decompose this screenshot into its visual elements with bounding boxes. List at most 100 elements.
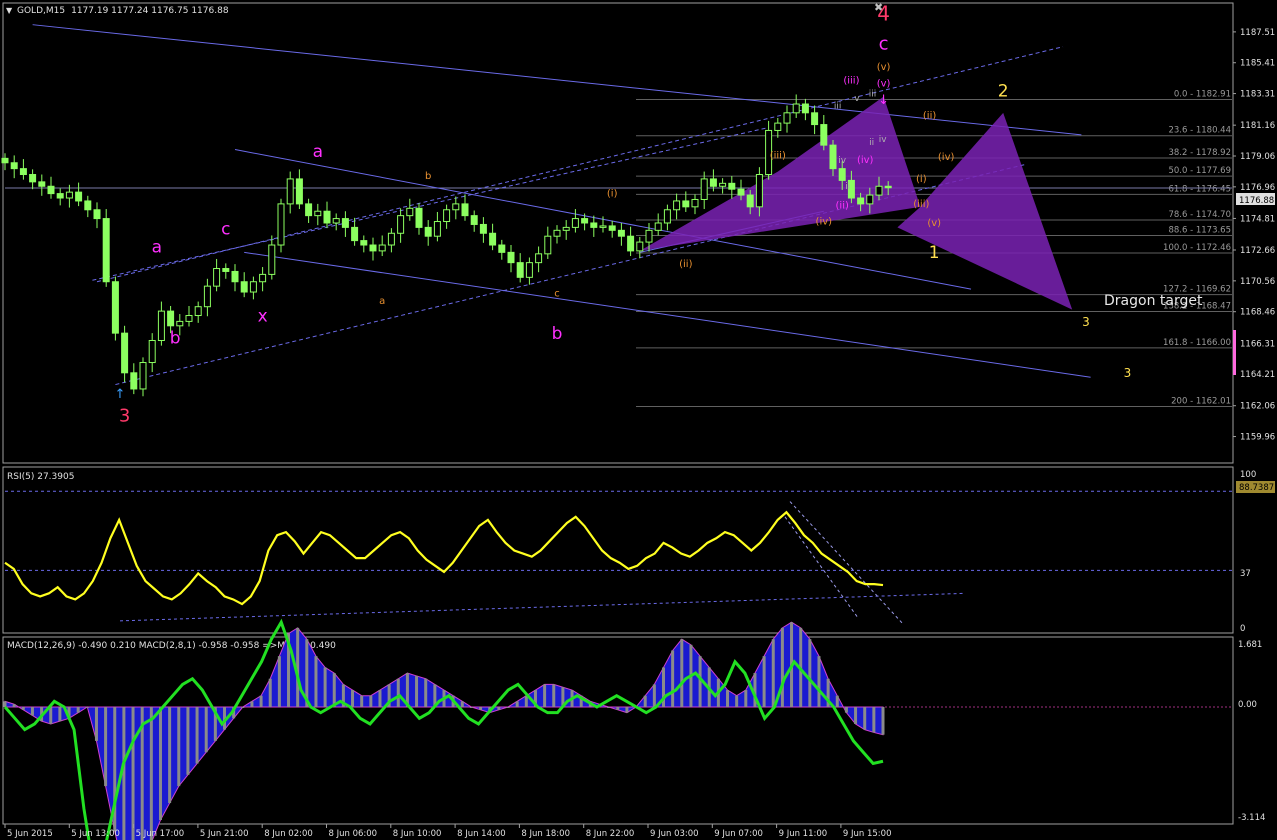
- macd-histogram-bar: [415, 675, 419, 707]
- candle-body: [811, 112, 819, 126]
- candle-body: [369, 244, 377, 252]
- time-tick-label: 9 Jun 11:00: [779, 829, 828, 839]
- candle-body: [691, 198, 699, 208]
- macd-histogram-bar: [85, 707, 89, 708]
- time-tick-label: 5 Jun 13:00: [71, 829, 120, 839]
- time-tick-label: 5 Jun 21:00: [200, 829, 249, 839]
- macd-histogram-bar: [378, 690, 382, 707]
- wave-label: (v): [927, 218, 941, 229]
- time-tick-label: 5 Jun 17:00: [136, 829, 185, 839]
- wave-label: (v): [877, 78, 891, 89]
- candle-body: [157, 310, 165, 341]
- time-tick-label: 9 Jun 15:00: [843, 829, 892, 839]
- candle-body: [286, 178, 294, 205]
- candle-body: [489, 232, 497, 246]
- candle-body: [599, 225, 607, 228]
- candle-body: [746, 194, 754, 208]
- wave-label: (iii): [770, 150, 786, 161]
- time-tick-label: 8 Jun 14:00: [457, 829, 506, 839]
- candle-body: [783, 112, 791, 124]
- candle-body: [360, 240, 368, 246]
- candle-body: [636, 241, 644, 252]
- wave-label: (iv): [938, 152, 955, 163]
- candle-body: [259, 273, 267, 283]
- candle-body: [884, 185, 892, 189]
- symbol-name: GOLD,M15: [17, 6, 65, 16]
- candle-body: [801, 103, 809, 114]
- macd-histogram-bar: [607, 707, 611, 708]
- macd-histogram-bar: [94, 707, 98, 741]
- price-tick-label: 1159.96: [1240, 433, 1275, 443]
- macd-histogram-bar: [21, 707, 25, 710]
- price-tick-label: 1164.21: [1240, 370, 1275, 380]
- macd-histogram-bar: [424, 678, 428, 707]
- candle-body: [93, 209, 101, 220]
- candle-body: [654, 222, 662, 231]
- candle-body: [700, 178, 708, 200]
- candle-body: [562, 226, 570, 231]
- candle-body: [581, 218, 589, 224]
- macd-histogram-bar: [643, 695, 647, 707]
- macd-histogram-bar: [881, 707, 885, 735]
- time-tick-label: 8 Jun 02:00: [264, 829, 313, 839]
- candle-body: [792, 103, 800, 114]
- candle-body: [185, 315, 193, 322]
- macd-histogram-bar: [177, 707, 181, 787]
- fib-level-label: 0.0 - 1182.91: [1174, 89, 1231, 99]
- macd-histogram-bar: [332, 673, 336, 707]
- price-tick-label: 1166.31: [1240, 339, 1275, 349]
- wave-label: ii: [869, 138, 874, 148]
- macd-histogram-bar: [360, 695, 364, 707]
- candle-body: [38, 181, 46, 187]
- candle-body: [682, 200, 690, 208]
- rsi-tick-0: 0: [1240, 624, 1245, 634]
- candle-body: [461, 203, 469, 217]
- candle-body: [1, 157, 9, 164]
- candle-body: [608, 225, 616, 231]
- candle-body: [829, 144, 837, 170]
- candle-body: [866, 194, 874, 205]
- wave-label: (iii): [843, 75, 859, 86]
- macd-histogram-bar: [469, 707, 473, 708]
- candle-body: [516, 262, 524, 278]
- macd-histogram-bar: [277, 656, 281, 707]
- price-tick-label: 1181.16: [1240, 121, 1275, 131]
- candle-body: [277, 203, 285, 246]
- macd-histogram-bar: [497, 707, 501, 710]
- trading-chart[interactable]: ▼ GOLD,M15 1177.19 1177.24 1176.75 1176.8…: [0, 0, 1277, 840]
- rsi-level-label: 88.7387: [1239, 483, 1274, 493]
- macd-histogram-bar: [49, 707, 53, 724]
- macd-histogram-bar: [204, 707, 208, 753]
- macd-histogram-bar: [854, 707, 858, 724]
- candle-body: [728, 182, 736, 190]
- time-tick-label: 8 Jun 22:00: [586, 829, 635, 839]
- candle-body: [838, 168, 846, 181]
- fib-level-label: 50.0 - 1177.69: [1168, 166, 1231, 176]
- candle-body: [249, 281, 257, 293]
- candle-body: [470, 215, 478, 225]
- wave-label: b: [425, 171, 431, 182]
- macd-histogram-bar: [735, 695, 739, 707]
- dragon-target-label: Dragon target: [1104, 293, 1203, 309]
- macd-histogram-bar: [241, 707, 245, 708]
- macd-histogram-bar: [744, 690, 748, 707]
- candle-body: [111, 281, 119, 334]
- candle-body: [84, 200, 92, 211]
- candle-body: [323, 210, 331, 224]
- wave-label: iv: [879, 135, 888, 145]
- wave-label: iv: [838, 156, 847, 166]
- wave-label: iii: [834, 101, 842, 111]
- current-price-label: 1176.88: [1239, 196, 1274, 206]
- candle-body: [387, 232, 395, 246]
- wave-label: (ii): [923, 111, 936, 122]
- candle-body: [341, 218, 349, 228]
- time-tick-label: 8 Jun 18:00: [521, 829, 570, 839]
- candle-body: [65, 191, 73, 199]
- macd-histogram-bar: [552, 684, 556, 707]
- price-scroll-marker[interactable]: [1233, 330, 1236, 375]
- candle-body: [627, 235, 635, 252]
- wave-label: a: [152, 237, 162, 257]
- wave-label: c: [554, 288, 560, 299]
- symbol-dropdown-icon[interactable]: ▼: [6, 6, 13, 15]
- price-tick-label: 1172.66: [1240, 246, 1275, 256]
